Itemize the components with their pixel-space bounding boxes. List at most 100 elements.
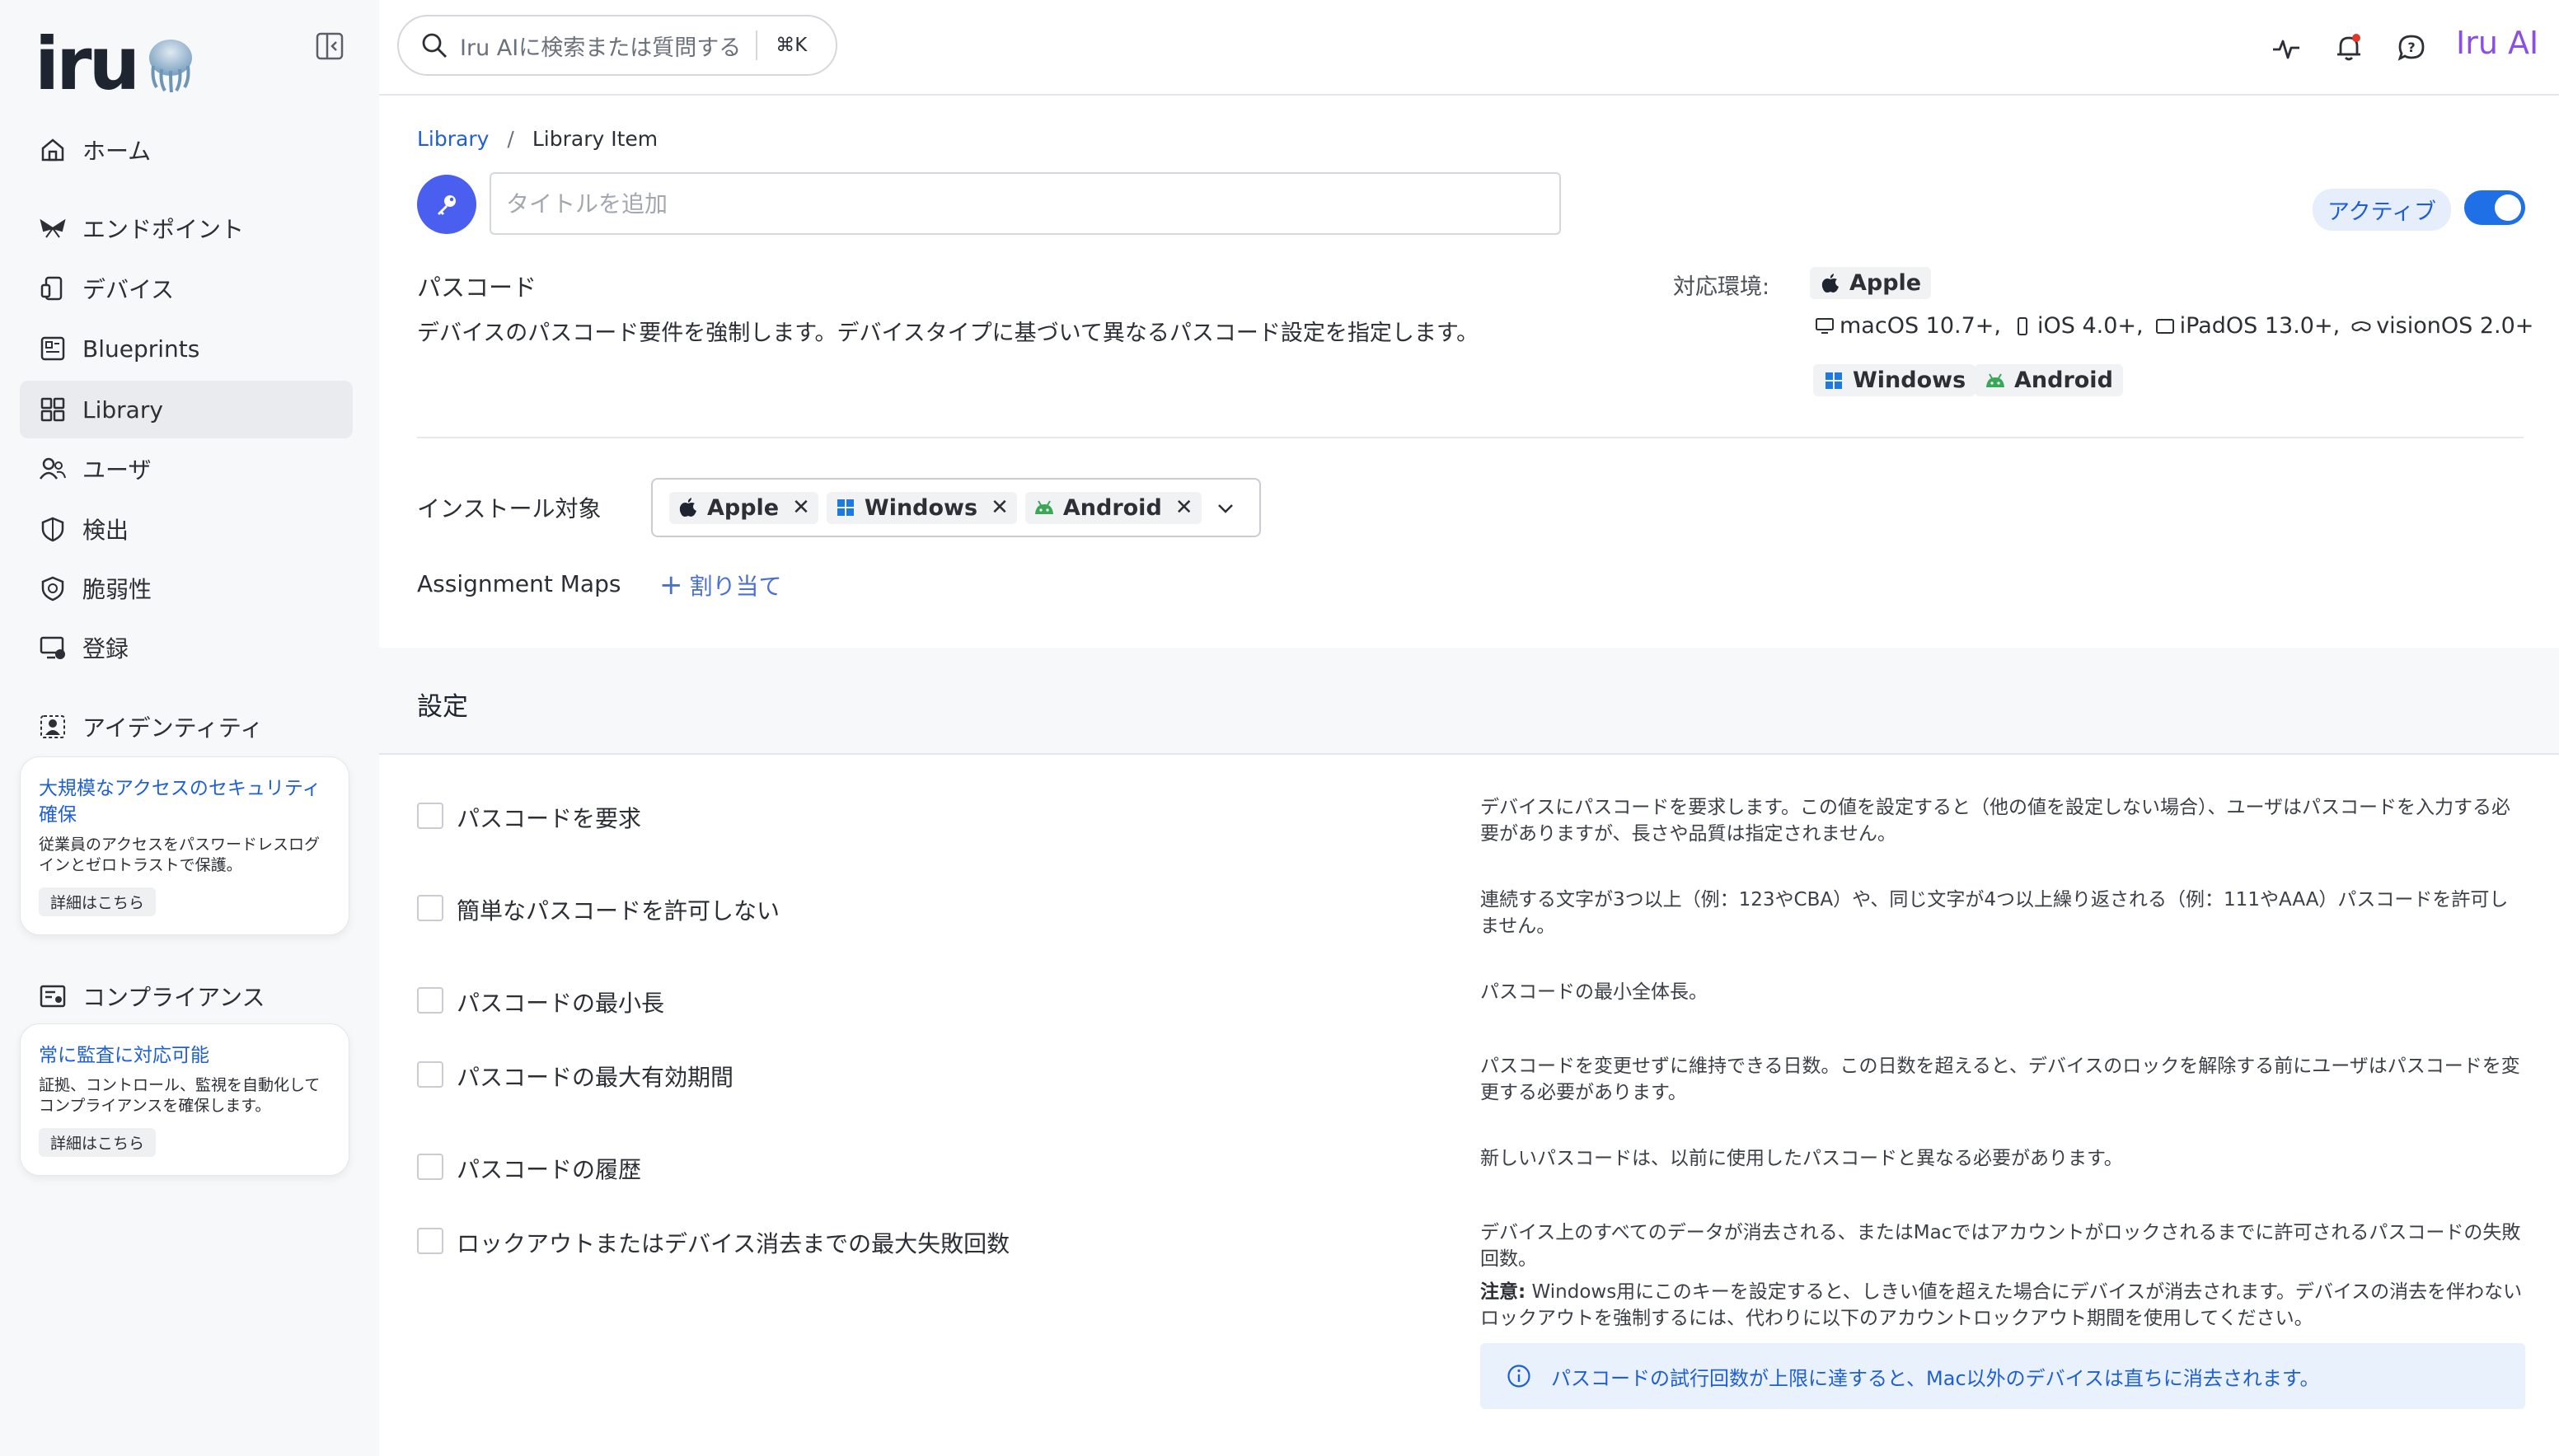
remove-tag-button[interactable]: ✕ [991, 495, 1009, 520]
search-shortcut: ⌘K [776, 35, 808, 56]
home-icon [38, 135, 68, 165]
setting-label: パスコードの履歴 [457, 1156, 642, 1183]
sidebar-item-label: 登録 [82, 635, 129, 662]
compat-chip-android: Android [1975, 364, 2123, 396]
info-icon [1507, 1365, 1530, 1388]
library-icon [38, 395, 68, 424]
activity-pulse-icon [2273, 40, 2299, 59]
install-tag-label: Apple [707, 494, 780, 521]
assignment-maps-label: Assignment Maps [417, 570, 621, 597]
os-version-macos: macOS 10.7+, [1840, 313, 2001, 339]
sidebar-item-label: 脆弱性 [82, 576, 152, 603]
sidebar-item-library[interactable]: Library [20, 381, 353, 438]
sidebar-toggle-icon [316, 32, 344, 60]
svg-text:?: ? [2407, 40, 2415, 55]
setting-note: 注意: Windows用にこのキーを設定すると、しきい値を超えた場合にデバイスが… [1480, 1279, 2527, 1332]
sidebar-item-blueprints[interactable]: Blueprints [20, 320, 353, 377]
sidebar-item-label: 検出 [82, 517, 129, 544]
active-toggle[interactable] [2464, 190, 2525, 225]
sidebar-item-home[interactable]: ホーム [20, 121, 353, 179]
setting-label: パスコードの最小長 [457, 990, 665, 1017]
promo-description: 従業員のアクセスをパスワードレスログインとゼロトラストで保護。 [39, 836, 321, 874]
chat-bubble-icon: ? [2397, 35, 2425, 61]
compat-chip-apple: Apple [1810, 267, 1932, 299]
sidebar-item-detection[interactable]: 検出 [20, 500, 353, 558]
os-version-ipados: iPadOS 13.0+, [2179, 313, 2341, 339]
compat-chip-windows: Windows [1813, 364, 1976, 396]
remove-tag-button[interactable]: ✕ [1175, 495, 1193, 520]
apple-icon [1820, 273, 1841, 294]
passcode-history-checkbox[interactable] [417, 1154, 443, 1180]
note-text: Windows用にこのキーを設定すると、しきい値を超えた場合にデバイスが消去され… [1480, 1281, 2523, 1329]
vulnerability-icon [38, 574, 68, 603]
require-passcode-checkbox[interactable] [417, 803, 443, 829]
sidebar-collapse-button[interactable] [313, 30, 346, 63]
breadcrumb-library-link[interactable]: Library [417, 127, 489, 151]
sidebar-item-identity[interactable]: アイデンティティ [20, 698, 353, 756]
section-description: デバイスのパスコード要件を強制します。デバイスタイプに基づいて異なるパスコード設… [417, 321, 1479, 346]
apple-icon [677, 497, 699, 518]
activity-button[interactable] [2268, 30, 2304, 66]
compat-windows-label: Windows [1853, 368, 1966, 393]
promo-title[interactable]: 常に監査に対応可能 [39, 1042, 330, 1069]
iru-ai-button[interactable]: Iru AI [2456, 25, 2538, 61]
install-tag-windows: Windows ✕ [826, 491, 1017, 524]
passcode-item-badge [417, 175, 476, 234]
sidebar-item-label: エンドポイント [82, 216, 245, 243]
note-label: 注意: [1480, 1281, 1526, 1303]
sidebar-item-label: ユーザ [82, 456, 152, 484]
chat-button[interactable]: ? [2393, 30, 2430, 66]
vision-pro-icon [2350, 315, 2373, 338]
sidebar-item-label: Library [82, 396, 163, 424]
compliance-icon [38, 981, 68, 1011]
notifications-button[interactable] [2331, 30, 2367, 66]
breadcrumb-current: Library Item [532, 127, 658, 151]
topbar: Iru AIに検索または質問する ⌘K ? Iru AI [379, 0, 2559, 96]
search-input[interactable]: Iru AIに検索または質問する ⌘K [397, 15, 837, 76]
key-icon [438, 195, 456, 215]
sidebar-item-label: Blueprints [82, 335, 200, 363]
shield-icon [38, 514, 68, 544]
promo-title[interactable]: 大規模なアクセスのセキュリティ確保 [39, 775, 330, 828]
plus-icon: + [659, 569, 683, 602]
compat-apple-label: Apple [1849, 270, 1922, 296]
learn-more-button[interactable]: 詳細はこちら [39, 1128, 157, 1157]
chevron-down-icon[interactable] [1215, 498, 1236, 522]
jellyfish-logo-icon [149, 40, 193, 93]
os-version-list: macOS 10.7+, iOS 4.0+, iPadOS 13.0+, vis… [1813, 313, 2543, 339]
min-passcode-length-checkbox[interactable] [417, 987, 443, 1014]
sidebar-item-endpoint[interactable]: エンドポイント [20, 199, 353, 257]
install-target-select[interactable]: Apple ✕ Windows ✕ Android ✕ [651, 478, 1261, 537]
search-placeholder: Iru AIに検索または質問する [460, 35, 742, 61]
remove-tag-button[interactable]: ✕ [792, 495, 810, 520]
search-divider [756, 30, 758, 60]
install-tag-apple: Apple ✕ [669, 491, 818, 524]
android-icon [1985, 370, 2006, 391]
windows-icon [1823, 370, 1844, 391]
search-icon [422, 33, 447, 58]
assign-button[interactable]: + 割り当て [659, 569, 782, 602]
sidebar-item-devices[interactable]: デバイス [20, 260, 353, 317]
max-failed-attempts-checkbox[interactable] [417, 1228, 443, 1254]
os-version-ios: iOS 4.0+, [2037, 313, 2144, 339]
users-icon [38, 454, 68, 484]
compat-android-label: Android [2014, 368, 2113, 393]
sidebar-item-compliance[interactable]: コンプライアンス [20, 967, 353, 1025]
mac-icon [1813, 315, 1836, 338]
learn-more-button[interactable]: 詳細はこちら [39, 887, 157, 916]
sidebar-item-vulnerability[interactable]: 脆弱性 [20, 559, 353, 617]
sidebar-item-label: コンプライアンス [82, 984, 265, 1011]
section-title: パスコード [417, 274, 537, 302]
title-input[interactable] [490, 172, 1561, 235]
toggle-knob [2495, 194, 2521, 221]
sidebar-item-enrollment[interactable]: 登録 [20, 619, 353, 677]
disallow-simple-passcode-checkbox[interactable] [417, 895, 443, 921]
sidebar: iru ホーム エンドポイント デバイス Blueprints Library … [0, 0, 379, 1456]
max-passcode-age-checkbox[interactable] [417, 1061, 443, 1088]
sidebar-item-users[interactable]: ユーザ [20, 440, 353, 498]
install-tag-android: Android ✕ [1024, 491, 1202, 524]
logo[interactable]: iru [35, 23, 199, 101]
assign-button-label: 割り当て [689, 573, 782, 600]
device-icon [38, 274, 68, 303]
setting-help: デバイス上のすべてのデータが消去される、またはMacではアカウントがロックされる… [1480, 1222, 2521, 1270]
